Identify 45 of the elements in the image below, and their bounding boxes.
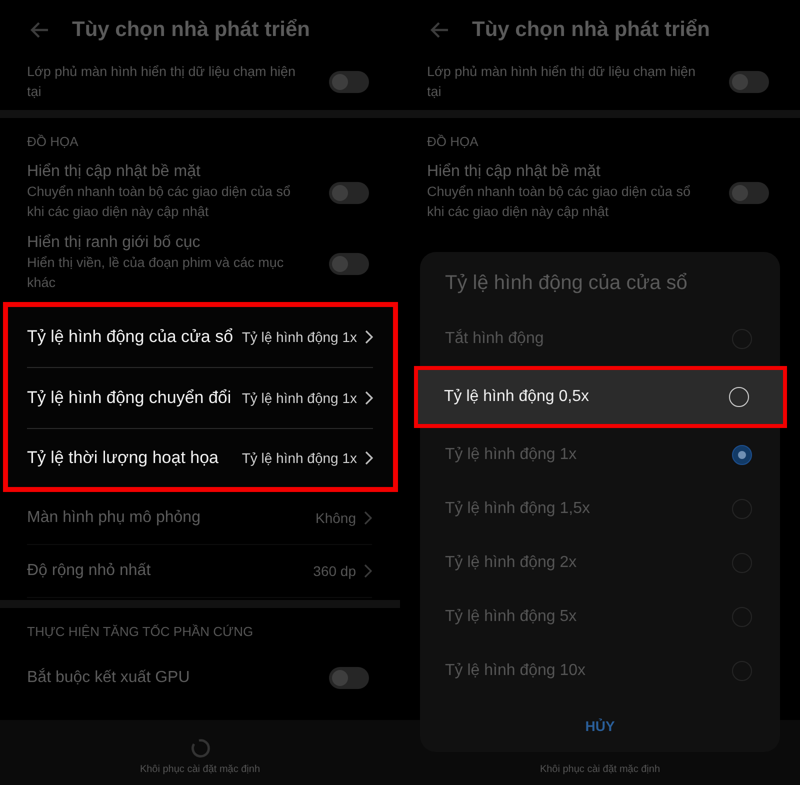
chevron-icon — [364, 564, 372, 578]
toggle-switch[interactable] — [329, 182, 369, 204]
screen-title: Tùy chọn nhà phát triển — [72, 18, 310, 42]
setting-title: Hiển thị ranh giới bố cục — [27, 234, 202, 252]
option-label: Tỷ lệ hình động 0,5x — [444, 388, 589, 406]
chevron-icon — [365, 330, 373, 344]
chevron-icon — [365, 391, 373, 405]
setting-value: Tỷ lệ hình động 1x — [241, 328, 357, 347]
toggle-switch[interactable] — [729, 71, 769, 93]
highlighted-option[interactable]: Tỷ lệ hình động 0,5x — [414, 366, 787, 428]
option-label: Tỷ lệ hình động 10x — [445, 662, 586, 680]
setting-title[interactable]: Tỷ lệ hình động của cửa sổ — [27, 327, 234, 347]
option-label: Tỷ lệ hình động 5x — [445, 608, 577, 626]
setting-value: Không — [316, 510, 356, 526]
chevron-icon — [365, 451, 373, 465]
setting-description: Hiển thị viền, lề của đoạn phim và các mục khác — [27, 254, 285, 292]
section-header: ĐỒ HỌA — [427, 134, 478, 149]
setting-value: Tỷ lệ hình động 1x — [240, 449, 357, 468]
option-label: Tỷ lệ hình động 1x — [445, 446, 577, 464]
setting-description: Chuyển nhanh toàn bộ các giao diện của sổ khi các giao diện này cập nhật — [27, 183, 292, 221]
option-label: Tắt hình động — [445, 330, 544, 348]
setting-title: Độ rộng nhỏ nhất — [27, 562, 152, 580]
screen-title: Tùy chọn nhà phát triển — [472, 18, 710, 42]
section-header: THỰC HIỆN TĂNG TỐC PHẦN CỨNG — [27, 624, 254, 639]
option-label: Tỷ lệ hình động 2x — [445, 554, 577, 572]
setting-title: Hiển thị cập nhật bề mặt — [27, 163, 202, 181]
setting-title[interactable]: Tỷ lệ thời lượng hoạt họa — [27, 448, 218, 468]
setting-title: Màn hình phụ mô phỏng — [27, 509, 202, 527]
setting-title: Hiển thị cập nhật bề mặt — [427, 163, 602, 181]
toggle-switch[interactable] — [729, 182, 769, 204]
chevron-icon — [364, 511, 372, 525]
setting-description: Chuyển nhanh toàn bộ các giao diện của sổ khi các giao diện này cập nhật — [427, 183, 692, 221]
setting-value: Tỷ lệ hình động 1x — [240, 389, 357, 408]
section-header: ĐỒ HỌA — [27, 134, 78, 149]
toggle-switch[interactable] — [329, 71, 369, 93]
toggle-switch[interactable] — [329, 667, 369, 689]
setting-title: Bắt buộc kết xuất GPU — [27, 669, 191, 687]
radio-button[interactable] — [732, 445, 752, 465]
dialog-title: Tỷ lệ hình động của cửa sổ — [444, 272, 688, 296]
setting-description: Lớp phủ màn hình hiển thị dữ liệu chạm hiện tại — [427, 63, 697, 101]
setting-description: Lớp phủ màn hình hiển thị dữ liệu chạm hiện tại — [27, 63, 297, 101]
setting-title[interactable]: Tỷ lệ hình động chuyển đổi — [27, 388, 232, 408]
toggle-switch[interactable] — [329, 252, 369, 274]
setting-value: 360 dp — [313, 563, 356, 579]
option-label: Tỷ lệ hình động 1,5x — [445, 500, 590, 518]
